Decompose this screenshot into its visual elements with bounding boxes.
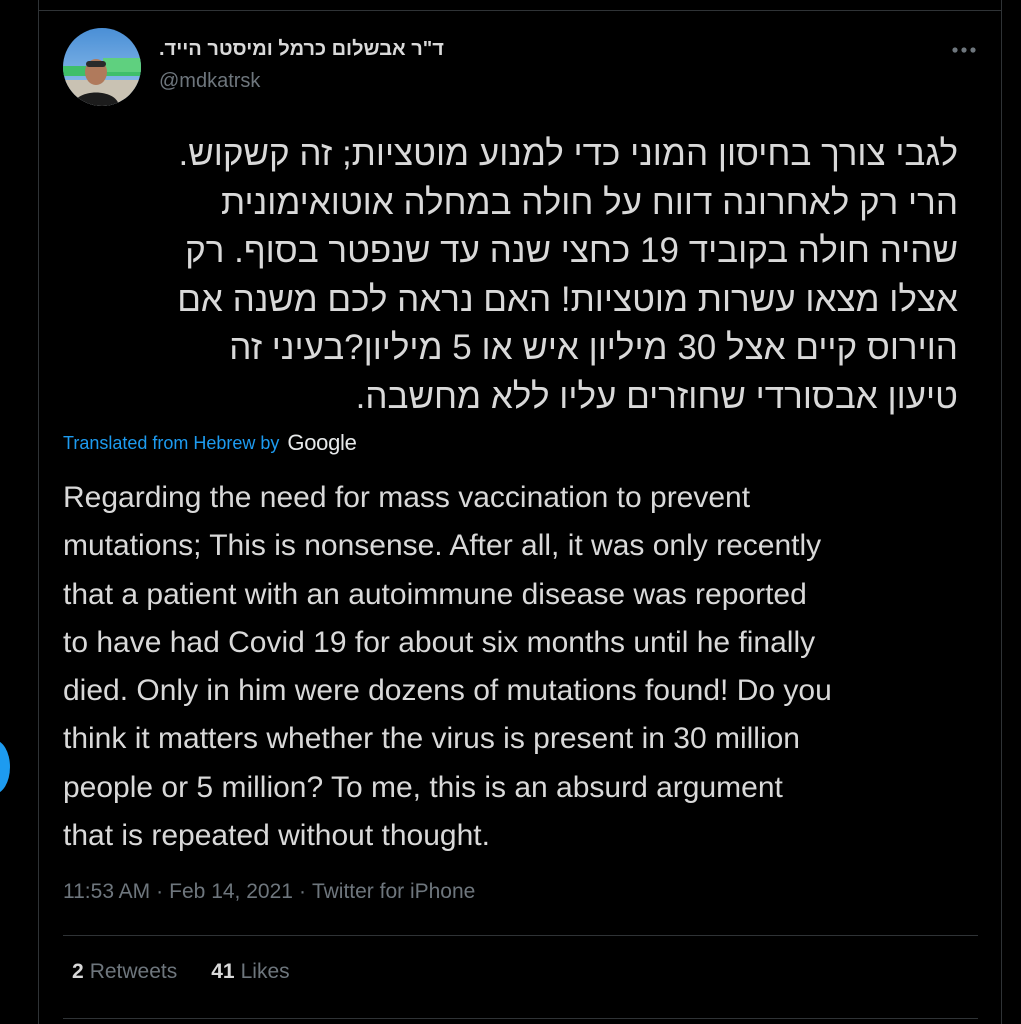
tweet-column: ד"ר אבשלום כרמל ומיסטר הייד. @mdkatrsk ל…: [38, 0, 1002, 1024]
meta-separator: ·: [156, 880, 164, 903]
translated-line: think it matters whether the virus is pr…: [63, 722, 800, 756]
retweets-count: 2: [72, 960, 84, 983]
translated-line: mutations; This is nonsense. After all, …: [63, 529, 822, 563]
author-handle[interactable]: @mdkatrsk: [159, 70, 260, 93]
compose-button-edge[interactable]: [0, 740, 10, 794]
meta-separator: ·: [298, 880, 306, 903]
profile-photo: [63, 28, 141, 106]
tweet-metadata: 11:53 AM · Feb 14, 2021 · Twitter for iPhone: [63, 880, 475, 904]
tweet-stats: 2 Retweets 41 Likes: [72, 960, 324, 984]
original-line: לגבי צורך בחיסון המוני כדי למנוע מוטציות…: [178, 134, 959, 173]
google-logo: Google: [287, 430, 357, 455]
translated-line: that a patient with an autoimmune diseas…: [63, 577, 807, 611]
original-line: שהיה חולה בקוביד 19 כחצי שנה עד שנפטר בס…: [185, 231, 958, 270]
translated-from-link[interactable]: Translated from Hebrew by: [63, 433, 279, 454]
original-line: טיעון אבסורדי שחוזרים עליו ללא מחשבה.: [355, 376, 958, 416]
likes-label: Likes: [240, 960, 290, 983]
translation-attribution: Translated from Hebrew by Google: [63, 430, 357, 456]
tweet-date[interactable]: Feb 14, 2021: [169, 880, 293, 903]
likes-stat[interactable]: 41 Likes: [211, 960, 289, 984]
retweets-stat[interactable]: 2 Retweets: [72, 960, 177, 984]
translated-line: that is repeated without thought.: [63, 819, 490, 853]
tweet-translated-text: Regarding the need for mass vaccination …: [63, 474, 983, 860]
translated-line: to have had Covid 19 for about six month…: [63, 625, 816, 659]
translated-line: Regarding the need for mass vaccination …: [63, 481, 751, 514]
original-line: אצלו מצאו עשרות מוטציות! האם נראה לכם מש…: [177, 279, 958, 319]
tweet-time[interactable]: 11:53 AM: [63, 880, 150, 903]
top-divider: [39, 10, 1001, 11]
translated-line: people or 5 million? To me, this is an a…: [63, 770, 783, 804]
likes-count: 41: [211, 960, 235, 983]
original-line: הרי רק לאחרונה דווח על חולה במחלה אוטואי…: [221, 182, 958, 222]
original-line: הוירוס קיים אצל 30 מיליון איש או 5 מיליו…: [229, 328, 958, 367]
stats-divider-top: [63, 935, 978, 936]
more-horizontal-icon[interactable]: [947, 36, 981, 64]
avatar[interactable]: [63, 28, 141, 106]
tweet-original-text: לגבי צורך בחיסון המוני כדי למנוע מוטציות…: [63, 130, 958, 421]
translated-line: died. Only in him were dozens of mutatio…: [63, 674, 832, 708]
stats-divider-bottom: [63, 1018, 978, 1019]
author-display-name[interactable]: ד"ר אבשלום כרמל ומיסטר הייד.: [159, 38, 444, 61]
tweet-source[interactable]: Twitter for iPhone: [312, 880, 475, 903]
retweets-label: Retweets: [89, 960, 178, 983]
